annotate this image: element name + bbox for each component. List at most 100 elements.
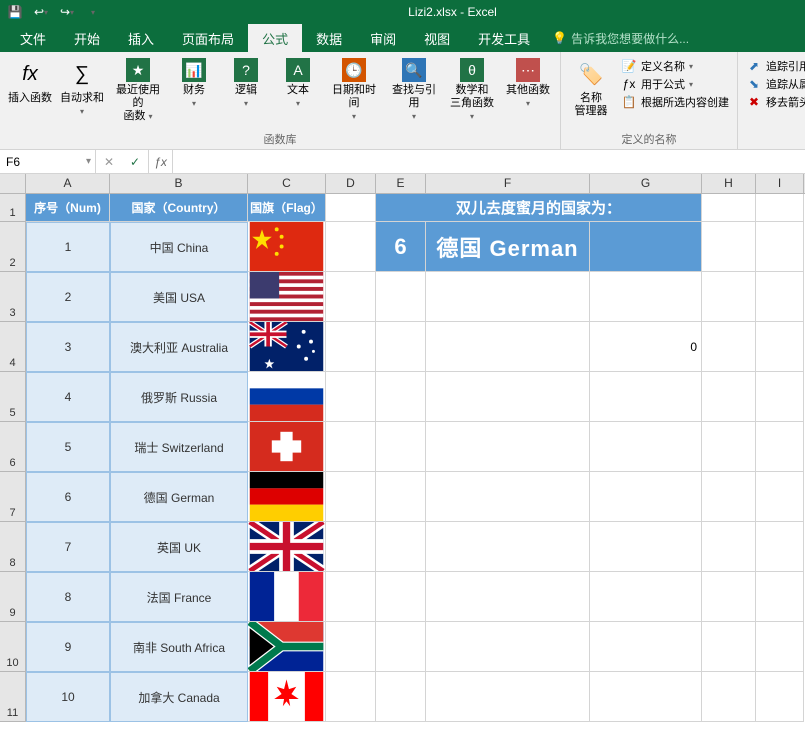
- row-header-7[interactable]: 7: [0, 472, 26, 522]
- row-header-1[interactable]: 1: [0, 194, 26, 222]
- cell[interactable]: [702, 522, 756, 572]
- result-number-cell[interactable]: 6: [376, 222, 426, 272]
- formula-input[interactable]: [173, 150, 805, 173]
- cell[interactable]: [426, 272, 590, 322]
- create-from-selection-button[interactable]: 📋根据所选内容创建: [621, 94, 729, 110]
- cell[interactable]: [326, 472, 376, 522]
- cell-num[interactable]: 5: [26, 422, 110, 472]
- col-header-A[interactable]: A: [26, 174, 110, 193]
- cell[interactable]: [426, 422, 590, 472]
- cell[interactable]: [326, 572, 376, 622]
- col-header-E[interactable]: E: [376, 174, 426, 193]
- cell[interactable]: [326, 322, 376, 372]
- cell[interactable]: [376, 422, 426, 472]
- col-header-F[interactable]: F: [426, 174, 590, 193]
- cell-flag[interactable]: [248, 472, 326, 522]
- cell[interactable]: [326, 222, 376, 272]
- cell[interactable]: [326, 672, 376, 722]
- use-in-formula-button[interactable]: ƒx用于公式 ▾: [621, 76, 729, 92]
- lookup-button[interactable]: 🔍 查找与引用▾: [386, 56, 442, 125]
- cell-country[interactable]: 中国 China: [110, 222, 248, 272]
- cell[interactable]: [376, 672, 426, 722]
- cell-num[interactable]: 2: [26, 272, 110, 322]
- col-header-B[interactable]: B: [110, 174, 248, 193]
- undo-button[interactable]: ↩▾: [30, 2, 52, 22]
- cell[interactable]: [426, 522, 590, 572]
- cell[interactable]: [702, 222, 756, 272]
- row-header-5[interactable]: 5: [0, 372, 26, 422]
- name-box[interactable]: F6: [0, 150, 96, 173]
- banner-cell[interactable]: 双儿去度蜜月的国家为：: [376, 194, 702, 222]
- name-manager-button[interactable]: 🏷️ 名称 管理器: [567, 56, 615, 120]
- cell-num[interactable]: 4: [26, 372, 110, 422]
- col-header-G[interactable]: G: [590, 174, 702, 193]
- formula-cancel-button[interactable]: ✕: [96, 155, 122, 169]
- select-all-corner[interactable]: [0, 174, 26, 193]
- trace-dependents-button[interactable]: ⬊追踪从属: [746, 76, 805, 92]
- cell[interactable]: [426, 572, 590, 622]
- cell[interactable]: [426, 622, 590, 672]
- cell-country[interactable]: 瑞士 Switzerland: [110, 422, 248, 472]
- tab-data[interactable]: 数据: [302, 24, 356, 52]
- worksheet-grid[interactable]: A B C D E F G H I 1 序号（Num) 国家（Country） …: [0, 174, 805, 722]
- cell[interactable]: [376, 472, 426, 522]
- recent-functions-button[interactable]: ★ 最近使用的 函数 ▾: [110, 56, 166, 125]
- tab-developer[interactable]: 开发工具: [464, 24, 544, 52]
- qat-more-button[interactable]: ▾: [82, 2, 104, 22]
- tab-review[interactable]: 审阅: [356, 24, 410, 52]
- cell[interactable]: [702, 422, 756, 472]
- result-flag-cell[interactable]: [590, 222, 702, 272]
- cell[interactable]: [756, 222, 804, 272]
- cell[interactable]: [590, 522, 702, 572]
- cell-country[interactable]: 澳大利亚 Australia: [110, 322, 248, 372]
- cell-country[interactable]: 南非 South Africa: [110, 622, 248, 672]
- cell[interactable]: [756, 372, 804, 422]
- math-button[interactable]: θ 数学和 三角函数 ▾: [446, 56, 498, 125]
- financial-button[interactable]: 📊 财务▾: [170, 56, 218, 112]
- cell[interactable]: [702, 672, 756, 722]
- cell[interactable]: [426, 472, 590, 522]
- table-header-country[interactable]: 国家（Country）: [110, 194, 248, 222]
- cell-flag[interactable]: [248, 322, 326, 372]
- insert-function-button[interactable]: fx 插入函数: [6, 56, 54, 107]
- cell[interactable]: [702, 194, 756, 222]
- cell[interactable]: [756, 522, 804, 572]
- formula-enter-button[interactable]: ✓: [122, 155, 148, 169]
- cell-flag[interactable]: [248, 622, 326, 672]
- cell-country[interactable]: 德国 German: [110, 472, 248, 522]
- cell[interactable]: [590, 672, 702, 722]
- cell-flag[interactable]: [248, 222, 326, 272]
- cell[interactable]: [376, 622, 426, 672]
- row-header-3[interactable]: 3: [0, 272, 26, 322]
- cell[interactable]: [376, 572, 426, 622]
- logical-button[interactable]: ? 逻辑▾: [222, 56, 270, 112]
- cell[interactable]: [702, 472, 756, 522]
- cell-num[interactable]: 3: [26, 322, 110, 372]
- row-header-10[interactable]: 10: [0, 622, 26, 672]
- remove-arrows-button[interactable]: ✖移去箭头: [746, 94, 805, 110]
- cell-flag[interactable]: [248, 272, 326, 322]
- tab-formulas[interactable]: 公式: [248, 24, 302, 52]
- text-button[interactable]: A 文本▾: [274, 56, 322, 112]
- row-header-6[interactable]: 6: [0, 422, 26, 472]
- cell-flag[interactable]: [248, 372, 326, 422]
- datetime-button[interactable]: 🕒 日期和时间▾: [326, 56, 382, 125]
- cell-country[interactable]: 加拿大 Canada: [110, 672, 248, 722]
- cell-G4[interactable]: 0: [590, 322, 702, 372]
- cell[interactable]: [756, 422, 804, 472]
- cell-flag[interactable]: [248, 572, 326, 622]
- tab-file[interactable]: 文件: [6, 24, 60, 52]
- tab-insert[interactable]: 插入: [114, 24, 168, 52]
- cell[interactable]: [590, 272, 702, 322]
- cell-flag[interactable]: [248, 672, 326, 722]
- cell[interactable]: [376, 322, 426, 372]
- cell-country[interactable]: 英国 UK: [110, 522, 248, 572]
- cell[interactable]: [326, 194, 376, 222]
- cell-flag[interactable]: [248, 422, 326, 472]
- col-header-H[interactable]: H: [702, 174, 756, 193]
- cell[interactable]: [376, 272, 426, 322]
- redo-button[interactable]: ↪▾: [56, 2, 78, 22]
- cell[interactable]: [756, 272, 804, 322]
- row-header-4[interactable]: 4: [0, 322, 26, 372]
- cell-num[interactable]: 1: [26, 222, 110, 272]
